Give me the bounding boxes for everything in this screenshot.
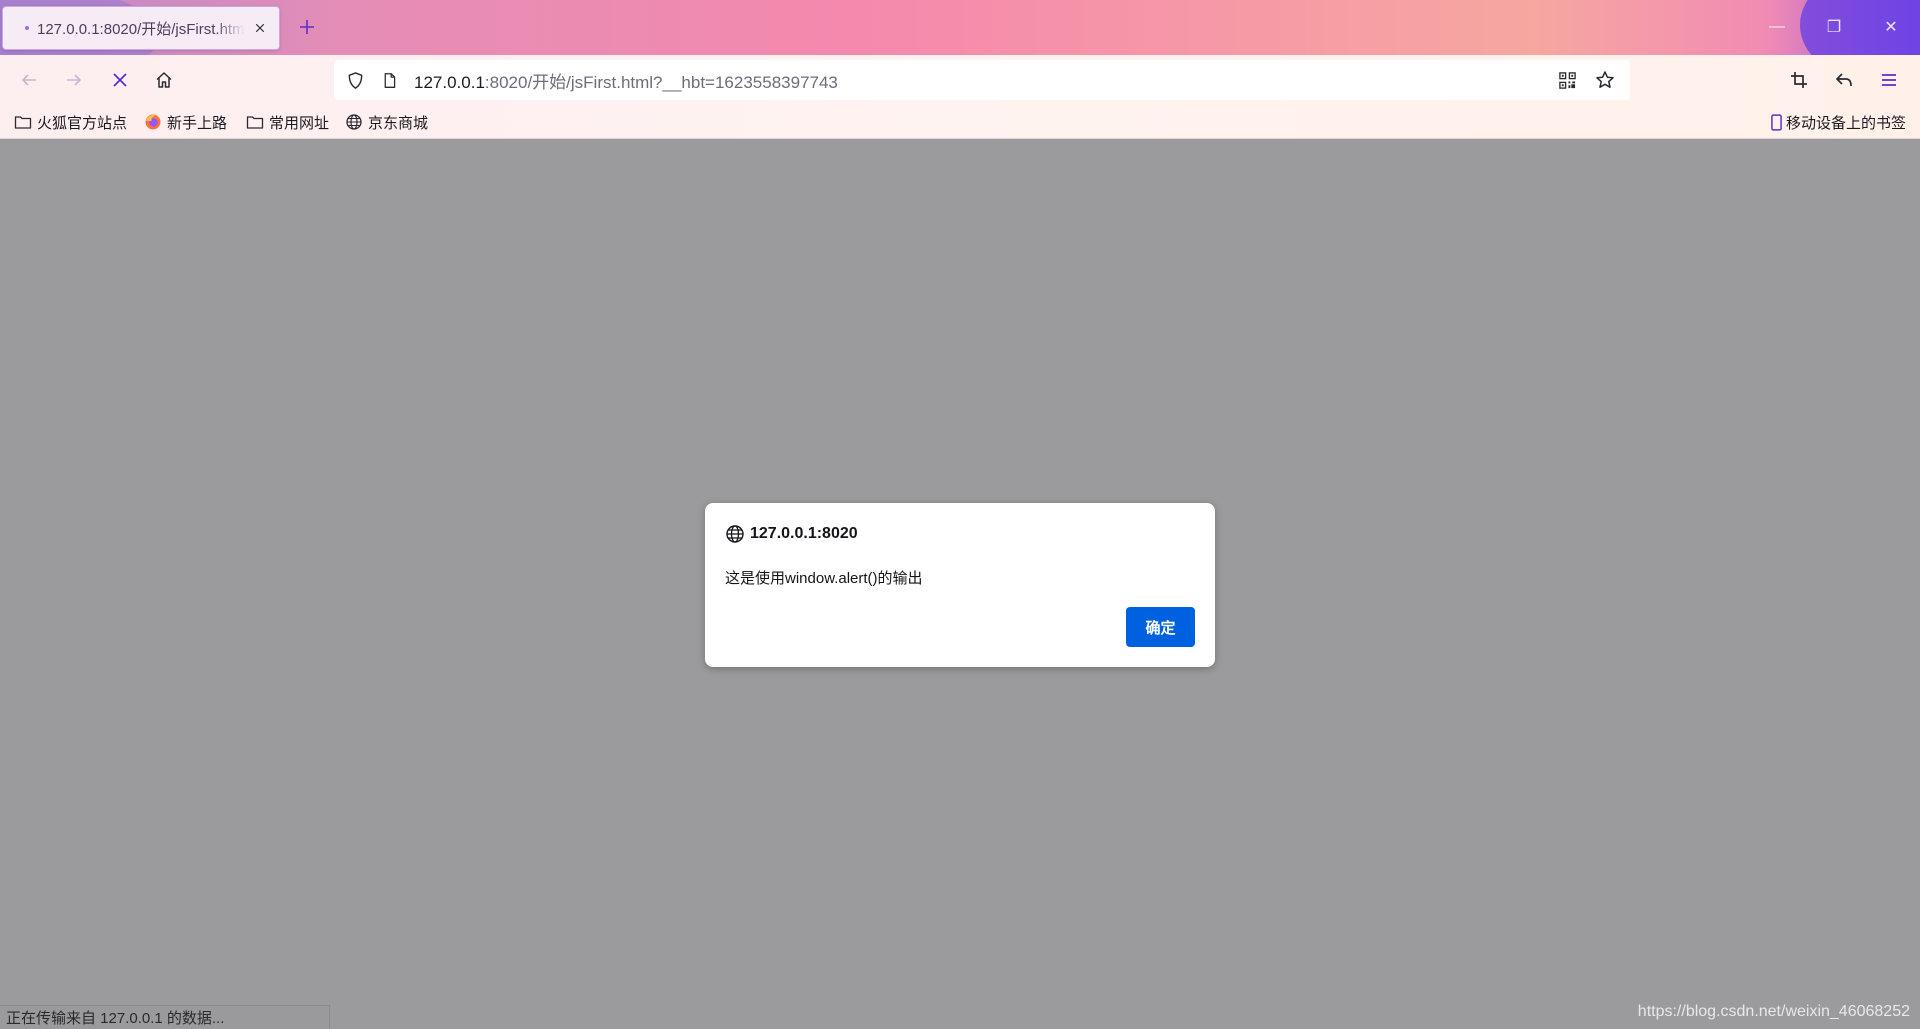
url-text[interactable]: 127.0.0.1:8020/开始/jsFirst.html?__hbt=162… — [414, 68, 1554, 93]
screenshot-icon — [1791, 72, 1807, 88]
menu-icon — [1882, 74, 1896, 86]
restore-button[interactable]: ❐ — [1819, 12, 1849, 42]
tab-title: 127.0.0.1:8020/开始/jsFirst.html — [37, 20, 245, 38]
status-bar: 正在传输来自 127.0.0.1 的数据... — [0, 1005, 330, 1029]
bookmark-item[interactable]: 常用网址 — [246, 111, 329, 133]
new-tab-button[interactable] — [294, 14, 320, 40]
dialog-origin: 127.0.0.1:8020 — [750, 525, 858, 542]
minimize-button[interactable]: — — [1762, 12, 1792, 42]
shield-icon[interactable] — [344, 69, 366, 91]
dialog-message: 这是使用window.alert()的输出 — [725, 570, 923, 587]
navigation-toolbar: 127.0.0.1:8020/开始/jsFirst.html?__hbt=162… — [0, 55, 1920, 105]
ok-button[interactable]: 确定 — [1126, 607, 1195, 647]
mobile-device-icon — [1770, 113, 1784, 131]
firefox-icon — [144, 113, 162, 131]
close-tab-icon[interactable] — [251, 19, 269, 37]
mobile-bookmarks[interactable]: 移动设备上的书签 — [1770, 111, 1906, 133]
home-button[interactable] — [147, 63, 181, 97]
qr-code-icon[interactable] — [1554, 67, 1580, 93]
alert-dialog: 127.0.0.1:8020 这是使用window.alert()的输出 确定 — [705, 503, 1215, 667]
screenshot-button[interactable] — [1782, 63, 1816, 97]
undo-icon — [1836, 73, 1852, 87]
dialog-header: 127.0.0.1:8020 — [725, 524, 858, 544]
bookmark-item[interactable]: 京东商城 — [345, 111, 428, 133]
watermark: https://blog.csdn.net/weixin_46068252 — [1637, 1003, 1910, 1020]
bookmark-label: 火狐官方站点 — [37, 114, 128, 132]
globe-icon — [345, 113, 363, 131]
tab-active[interactable]: 127.0.0.1:8020/开始/jsFirst.html — [2, 6, 280, 50]
bookmark-label: 新手上路 — [167, 114, 228, 132]
stop-button[interactable] — [103, 63, 137, 97]
bookmark-item[interactable]: 新手上路 — [144, 111, 227, 133]
page-icon[interactable] — [378, 69, 400, 91]
folder-icon — [246, 113, 264, 131]
bookmarks-toolbar: 火狐官方站点 新手上路 常用网址 京东商城 移动设备上的书签 — [0, 105, 1920, 139]
plus-icon — [300, 20, 314, 34]
folder-icon — [14, 113, 32, 131]
url-host: 127.0.0.1 — [414, 72, 485, 92]
undo-button[interactable] — [1827, 63, 1861, 97]
bookmark-label: 京东商城 — [368, 114, 429, 132]
tab-strip: 127.0.0.1:8020/开始/jsFirst.html — ❐ ✕ — [0, 0, 1920, 55]
globe-icon — [726, 525, 744, 543]
menu-button[interactable] — [1872, 63, 1906, 97]
back-button[interactable] — [12, 63, 46, 97]
back-icon — [21, 74, 36, 86]
url-path: :8020/开始/jsFirst.html?__hbt=162355839774… — [484, 72, 838, 92]
forward-icon — [67, 74, 82, 86]
forward-button[interactable] — [57, 63, 91, 97]
stop-icon — [113, 73, 127, 87]
url-bar[interactable]: 127.0.0.1:8020/开始/jsFirst.html?__hbt=162… — [334, 60, 1630, 100]
close-window-button[interactable]: ✕ — [1876, 12, 1906, 42]
bookmark-label: 常用网址 — [269, 114, 330, 132]
bookmark-item[interactable]: 火狐官方站点 — [14, 111, 127, 133]
loading-dot-icon — [25, 26, 29, 30]
home-icon — [156, 72, 172, 88]
mobile-bookmarks-label: 移动设备上的书签 — [1785, 114, 1906, 132]
star-icon[interactable] — [1592, 67, 1618, 93]
